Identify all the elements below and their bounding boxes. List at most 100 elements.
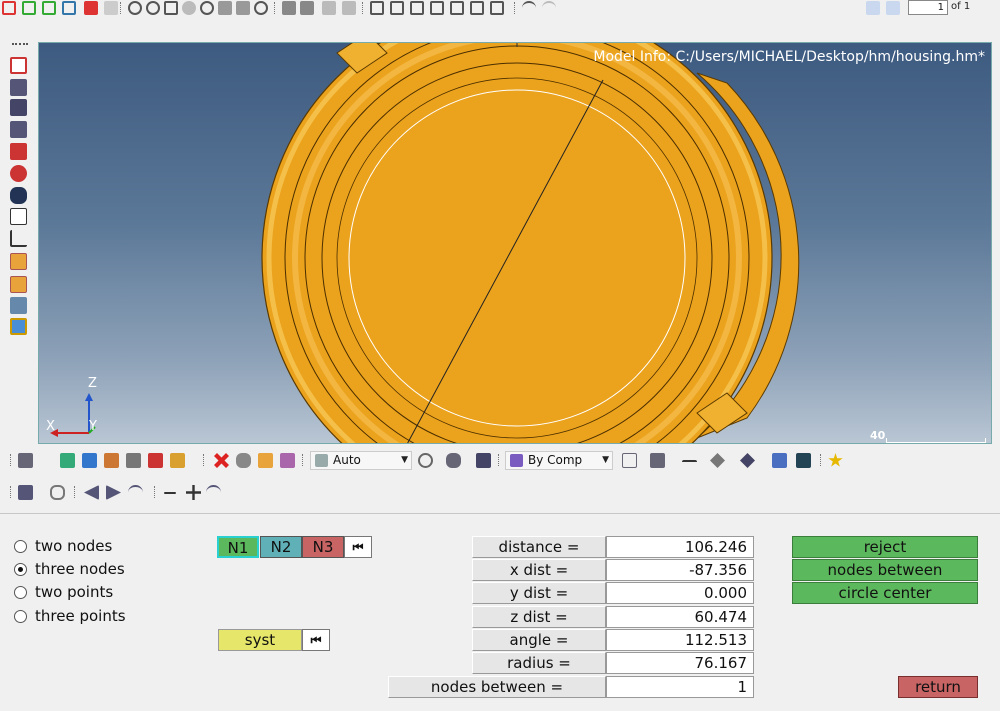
view-side-icon[interactable]: [42, 1, 56, 15]
clip-icon[interactable]: [772, 453, 787, 468]
transform-icon[interactable]: [10, 297, 27, 314]
layout-7-icon[interactable]: [490, 1, 504, 15]
delete-icon[interactable]: [214, 453, 229, 468]
page-number-input[interactable]: 1: [908, 0, 948, 15]
component-1-icon[interactable]: [60, 453, 75, 468]
label-abc-2-icon[interactable]: [10, 276, 27, 293]
shading-2-icon[interactable]: [446, 453, 461, 468]
reject-button[interactable]: reject: [792, 536, 978, 558]
radio-indicator[interactable]: [14, 563, 27, 576]
color-by-select[interactable]: By Comp ▼: [505, 451, 613, 470]
wrench-icon[interactable]: [50, 485, 65, 500]
radio-two-points[interactable]: two points: [14, 582, 113, 602]
undo-selection-icon[interactable]: [206, 485, 221, 500]
zoom-icon[interactable]: [146, 1, 160, 15]
free-edges-icon[interactable]: [10, 57, 27, 74]
undo-view-icon[interactable]: [522, 1, 536, 15]
component-5-icon[interactable]: [148, 453, 163, 468]
numbers-icon[interactable]: [10, 208, 27, 225]
pan-icon[interactable]: [182, 1, 196, 15]
syst-button[interactable]: syst: [218, 629, 302, 651]
radio-two-nodes[interactable]: two nodes: [14, 536, 112, 556]
label-abc-icon[interactable]: [10, 253, 27, 270]
radio-indicator[interactable]: [14, 540, 27, 553]
layout-6-icon[interactable]: [470, 1, 484, 15]
node-n1-button[interactable]: N1: [217, 536, 259, 558]
nodes-between-input[interactable]: 1: [606, 676, 754, 698]
wireframe-icon[interactable]: [622, 453, 637, 468]
return-button[interactable]: return: [898, 676, 978, 698]
nodes-between-button[interactable]: nodes between: [792, 559, 978, 581]
shading-1-icon[interactable]: [418, 453, 433, 468]
toolbar-grip[interactable]: [10, 454, 11, 466]
shading-3-icon[interactable]: [476, 453, 491, 468]
favorite-star-icon[interactable]: [828, 453, 843, 467]
zoom-window-icon[interactable]: [128, 1, 142, 15]
reverse-icon[interactable]: [128, 485, 143, 500]
plane-view-icon[interactable]: [740, 453, 755, 468]
window-select-icon[interactable]: [18, 485, 33, 500]
binoculars-icon[interactable]: [10, 187, 27, 204]
rotate-up-down-icon[interactable]: [236, 1, 250, 15]
node-n2-button[interactable]: N2: [260, 536, 302, 558]
line-style-icon[interactable]: [682, 460, 697, 475]
rotate-icon[interactable]: [200, 1, 214, 15]
view-iso-icon[interactable]: [2, 1, 16, 15]
fit-icon[interactable]: [164, 1, 178, 15]
view-front-icon[interactable]: [22, 1, 36, 15]
node-n3-button[interactable]: N3: [302, 536, 344, 558]
next-icon[interactable]: [106, 485, 121, 500]
transparency-icon[interactable]: [710, 453, 725, 468]
check-elems-icon[interactable]: [10, 143, 27, 160]
graphics-viewport[interactable]: Model Info: C:/Users/MICHAEL/Desktop/hm/…: [38, 42, 992, 444]
edges-icon[interactable]: [10, 79, 27, 96]
layout-2-icon[interactable]: [390, 1, 404, 15]
circle-center-button[interactable]: circle center: [792, 582, 978, 604]
page-next-icon[interactable]: [886, 1, 900, 15]
layout-4-icon[interactable]: [430, 1, 444, 15]
radio-indicator[interactable]: [14, 610, 27, 623]
solid-icon[interactable]: [650, 453, 665, 468]
radio-three-nodes[interactable]: three nodes: [14, 559, 125, 579]
layout-3-icon[interactable]: [410, 1, 424, 15]
radio-three-points[interactable]: three points: [14, 606, 126, 626]
normals-icon[interactable]: [10, 121, 27, 138]
layout-1-icon[interactable]: [370, 1, 384, 15]
layout-5-icon[interactable]: [450, 1, 464, 15]
housing-model[interactable]: [39, 43, 992, 444]
shell-icon[interactable]: [10, 165, 27, 182]
page-previous-icon[interactable]: [866, 1, 880, 15]
toolbar-grip[interactable]: [10, 486, 11, 498]
plane-icon[interactable]: [10, 318, 27, 335]
reset-syst-button[interactable]: ⏮: [302, 629, 330, 651]
view-axis-icon[interactable]: [62, 1, 76, 15]
component-2-icon[interactable]: [82, 453, 97, 468]
plus-icon[interactable]: [186, 485, 201, 500]
toolbar-grip[interactable]: [12, 43, 28, 45]
component-3-icon[interactable]: [104, 453, 119, 468]
component-6-icon[interactable]: [170, 453, 185, 468]
reset-nodes-button[interactable]: ⏮: [344, 536, 372, 558]
show-icon[interactable]: [258, 453, 273, 468]
mesh-display-icon[interactable]: [18, 453, 33, 468]
display-mode-icon[interactable]: [300, 1, 314, 15]
radio-indicator[interactable]: [14, 586, 27, 599]
spin-icon[interactable]: [254, 1, 268, 15]
minus-icon[interactable]: [164, 492, 176, 494]
color-mode-select[interactable]: Auto ▼: [310, 451, 412, 470]
redo-view-icon[interactable]: [542, 1, 556, 15]
distance-icon[interactable]: [10, 230, 27, 247]
component-4-icon[interactable]: [126, 453, 141, 468]
isolate-icon[interactable]: [280, 453, 295, 468]
view-restore-icon[interactable]: [104, 1, 118, 15]
hide-icon[interactable]: [236, 453, 251, 468]
rotate-left-right-icon[interactable]: [218, 1, 232, 15]
unmask-icon[interactable]: [342, 1, 356, 15]
previous-icon[interactable]: [84, 485, 99, 500]
z-dist-label: z dist =: [472, 606, 606, 628]
display-icon[interactable]: [282, 1, 296, 15]
faces-icon[interactable]: [10, 99, 27, 116]
view-save-icon[interactable]: [84, 1, 98, 15]
monitor-icon[interactable]: [796, 453, 811, 468]
mask-icon[interactable]: [322, 1, 336, 15]
